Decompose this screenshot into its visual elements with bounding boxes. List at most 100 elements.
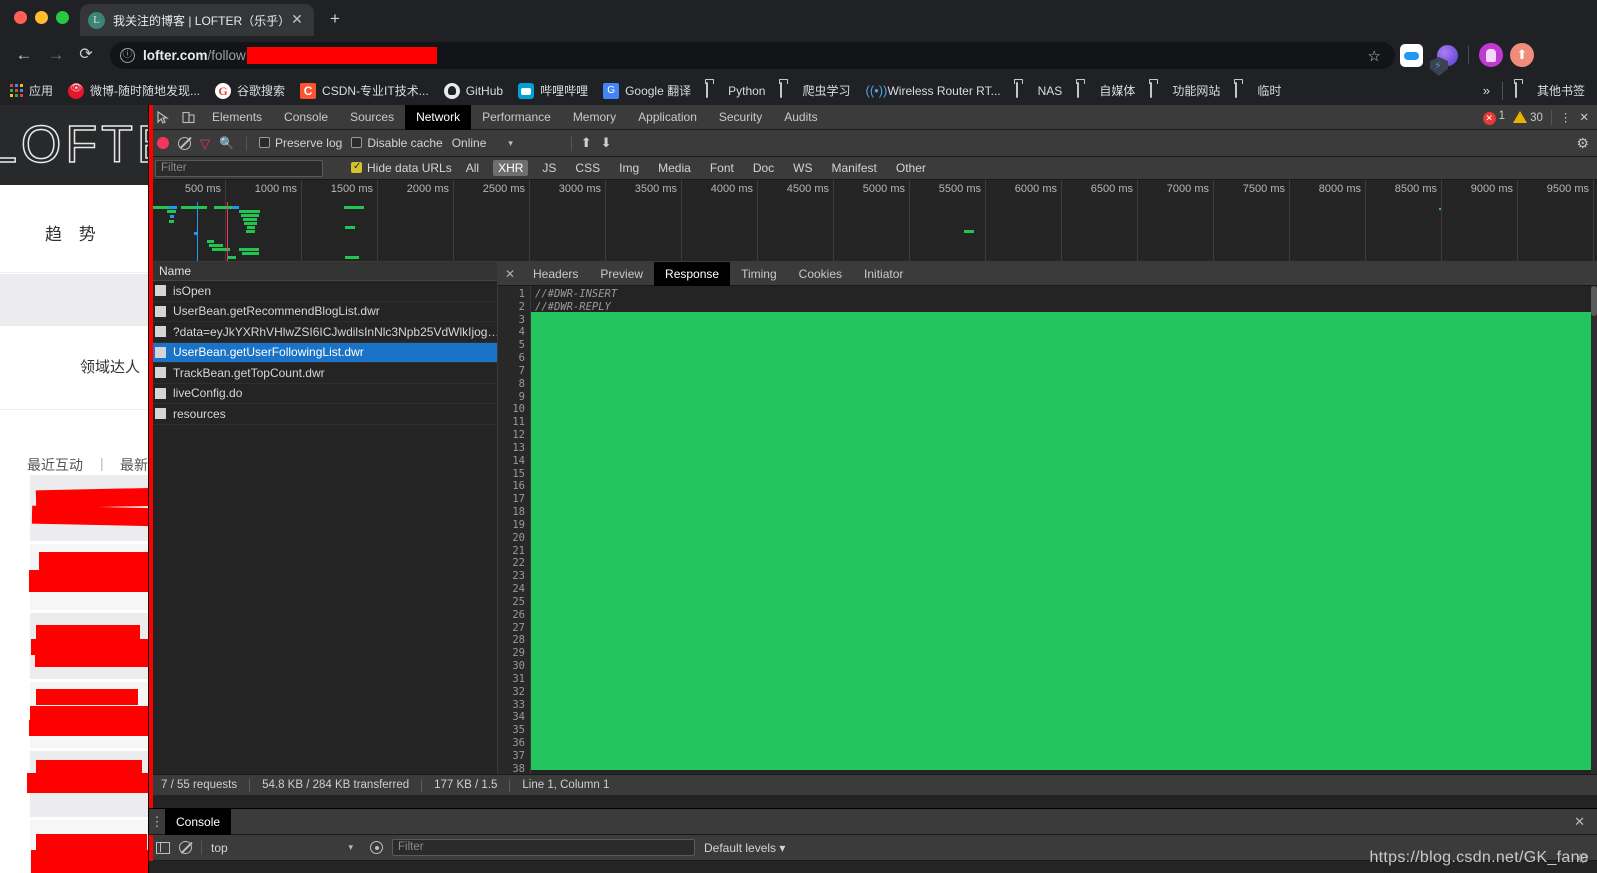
window-controls[interactable] bbox=[14, 11, 69, 24]
tab-recent-interaction[interactable]: 最近互动 bbox=[27, 455, 83, 475]
network-overview-timeline[interactable]: 500 ms 1000 ms 1500 ms 2000 ms 2500 ms 3… bbox=[149, 180, 1597, 262]
tab-network[interactable]: Network bbox=[405, 104, 472, 130]
avatar[interactable] bbox=[1479, 43, 1503, 67]
tab-sources[interactable]: Sources bbox=[339, 105, 405, 130]
list-item[interactable] bbox=[30, 475, 167, 541]
bookmark-folder-python[interactable]: Python bbox=[706, 81, 765, 99]
tab-cookies[interactable]: Cookies bbox=[788, 262, 853, 286]
tab-response[interactable]: Response bbox=[654, 261, 731, 286]
onedrive-icon[interactable] bbox=[1400, 43, 1423, 67]
close-drawer-icon[interactable]: ✕ bbox=[1562, 809, 1597, 835]
search-icon[interactable]: 🔍 bbox=[219, 136, 234, 150]
tab-security[interactable]: Security bbox=[708, 105, 773, 130]
import-har-icon[interactable]: ⬆ bbox=[581, 135, 592, 151]
type-filter-all[interactable]: All bbox=[461, 160, 484, 176]
tab-initiator[interactable]: Initiator bbox=[853, 262, 914, 286]
bookmark-bilibili[interactable]: 哔哩哔哩 bbox=[518, 82, 588, 99]
hide-data-urls-checkbox[interactable]: Hide data URLs bbox=[351, 161, 452, 175]
execution-context-select[interactable]: top ▾ bbox=[211, 841, 361, 855]
list-item[interactable] bbox=[29, 544, 164, 610]
type-filter-img[interactable]: Img bbox=[614, 160, 644, 176]
bookmark-folder-crawler[interactable]: 爬虫学习 bbox=[780, 81, 850, 99]
bookmark-github[interactable]: GitHub bbox=[443, 82, 503, 99]
tab-audits[interactable]: Audits bbox=[773, 105, 828, 130]
drawer-tab-console[interactable]: Console bbox=[165, 808, 232, 835]
table-row[interactable]: ?data=eyJkYXRhVHlwZSI6ICJwdilsInNlc3Npb2… bbox=[149, 322, 497, 343]
drawer-menu-icon[interactable]: ⋮ bbox=[149, 809, 165, 835]
error-count-badge[interactable]: ✕ 1 bbox=[1482, 110, 1505, 125]
back-button[interactable]: ← bbox=[12, 43, 36, 67]
tab-performance[interactable]: Performance bbox=[471, 105, 562, 130]
bookmark-folder-temp[interactable]: 临时 bbox=[1235, 81, 1281, 99]
clear-console-icon[interactable] bbox=[179, 841, 192, 854]
minimize-window-button[interactable] bbox=[35, 11, 48, 24]
clear-button[interactable] bbox=[178, 136, 191, 150]
list-item[interactable] bbox=[30, 820, 160, 873]
close-window-button[interactable] bbox=[14, 11, 27, 24]
scrollbar-thumb[interactable] bbox=[1591, 286, 1597, 316]
devtools-close-icon[interactable]: ✕ bbox=[1579, 110, 1589, 124]
bookmark-csdn[interactable]: C CSDN-专业IT技术... bbox=[300, 82, 429, 99]
warning-count-badge[interactable]: 30 bbox=[1513, 110, 1543, 124]
browser-tab[interactable]: 我关注的博客 | LOFTER（乐乎） ✕ bbox=[80, 4, 314, 36]
bookmark-folder-zimeiti[interactable]: 自媒体 bbox=[1077, 81, 1135, 99]
reload-button[interactable]: ⟳ bbox=[74, 43, 98, 67]
table-row[interactable]: UserBean.getUserFollowingList.dwr bbox=[149, 342, 497, 363]
type-filter-ws[interactable]: WS bbox=[788, 160, 817, 176]
type-filter-media[interactable]: Media bbox=[653, 160, 696, 176]
record-button[interactable] bbox=[157, 137, 169, 149]
console-filter-input[interactable]: Filter bbox=[392, 839, 695, 856]
list-item[interactable] bbox=[27, 751, 160, 817]
other-bookmarks-folder[interactable]: 其他书签 bbox=[1514, 81, 1585, 99]
console-sidebar-icon[interactable] bbox=[156, 841, 170, 854]
bookmark-folder-nas[interactable]: NAS bbox=[1015, 81, 1062, 99]
bookmark-wireless-router[interactable]: ((•)) Wireless Router RT... bbox=[865, 83, 1000, 99]
filter-icon[interactable]: ▽ bbox=[200, 137, 210, 150]
type-filter-other[interactable]: Other bbox=[891, 160, 931, 176]
tab-elements[interactable]: Elements bbox=[201, 105, 273, 130]
type-filter-css[interactable]: CSS bbox=[570, 160, 605, 176]
close-tab-icon[interactable]: ✕ bbox=[288, 11, 306, 29]
disable-cache-checkbox[interactable]: Disable cache bbox=[351, 136, 443, 150]
preserve-log-checkbox[interactable]: Preserve log bbox=[258, 136, 342, 150]
vertical-scrollbar[interactable] bbox=[1591, 286, 1597, 774]
table-row[interactable]: liveConfig.do bbox=[149, 384, 497, 404]
table-row[interactable]: resources bbox=[149, 404, 497, 425]
maximize-window-button[interactable] bbox=[56, 11, 69, 24]
type-filter-doc[interactable]: Doc bbox=[748, 160, 779, 176]
tab-console[interactable]: Console bbox=[273, 105, 339, 130]
forward-button[interactable]: → bbox=[44, 43, 68, 67]
table-row[interactable]: TrackBean.getTopCount.dwr bbox=[149, 363, 497, 384]
type-filter-font[interactable]: Font bbox=[705, 160, 739, 176]
table-row[interactable]: UserBean.getRecommendBlogList.dwr bbox=[149, 302, 497, 322]
bookmark-google-translate[interactable]: G Google 翻译 bbox=[603, 82, 691, 99]
bookmark-apps[interactable]: 应用 bbox=[10, 82, 53, 99]
type-filter-js[interactable]: JS bbox=[537, 160, 561, 176]
filter-input[interactable]: Filter bbox=[155, 159, 323, 177]
tab-timing[interactable]: Timing bbox=[730, 262, 788, 286]
site-info-icon[interactable]: ⓘ bbox=[120, 48, 135, 63]
tab-headers[interactable]: Headers bbox=[522, 262, 589, 286]
gear-icon[interactable]: ⚙ bbox=[1576, 135, 1589, 152]
column-header-name[interactable]: Name bbox=[149, 262, 497, 281]
new-tab-button[interactable]: + bbox=[324, 8, 346, 30]
address-bar[interactable]: ⓘ lofter.com /follow ☆ bbox=[110, 42, 1395, 69]
bookmark-star-icon[interactable]: ☆ bbox=[1368, 47, 1381, 65]
response-body-viewer[interactable]: 1 2 3 4 5 6 7 8 9 10 11 12 13 14 15 16 17 18 19 20 21 22 23 24 2… bbox=[498, 286, 1597, 774]
bookmark-weibo[interactable]: 微博-随时随地发现... bbox=[68, 82, 200, 99]
type-filter-xhr[interactable]: XHR bbox=[493, 160, 529, 176]
devtools-more-menu-icon[interactable]: ⋮ bbox=[1560, 110, 1572, 124]
toggle-device-toolbar-icon[interactable] bbox=[175, 105, 201, 130]
throttling-select[interactable]: Online ▾ bbox=[452, 136, 562, 150]
bookmarks-overflow-button[interactable]: » bbox=[1483, 83, 1490, 98]
log-levels-select[interactable]: Default levels ▾ bbox=[704, 841, 785, 855]
list-item[interactable] bbox=[30, 613, 160, 679]
bookmark-google-search[interactable]: G 谷歌搜索 bbox=[215, 82, 285, 99]
response-code[interactable]: //#DWR-INSERT //#DWR-REPLY bbox=[531, 286, 1597, 774]
tab-preview[interactable]: Preview bbox=[589, 262, 654, 286]
tab-memory[interactable]: Memory bbox=[562, 105, 627, 130]
live-expression-icon[interactable] bbox=[370, 841, 383, 854]
bookmark-folder-tools[interactable]: 功能网站 bbox=[1150, 81, 1220, 99]
type-filter-manifest[interactable]: Manifest bbox=[827, 160, 882, 176]
export-har-icon[interactable]: ⬇ bbox=[601, 135, 612, 151]
